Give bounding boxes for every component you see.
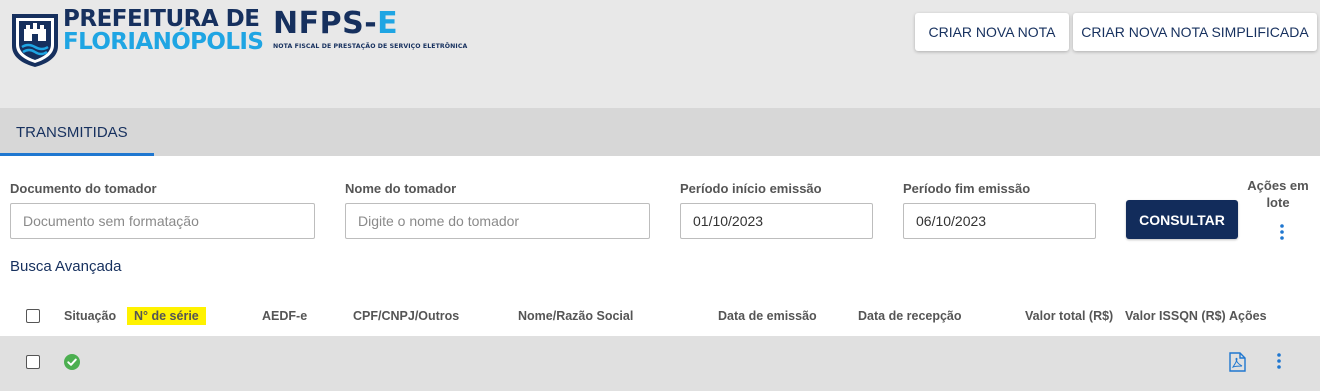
- create-note-button[interactable]: CRIAR NOVA NOTA: [915, 13, 1069, 51]
- nome-input[interactable]: [345, 203, 650, 239]
- nfps-logo-main: NFPS-: [273, 6, 378, 41]
- inicio-label: Período início emissão: [680, 181, 822, 196]
- app-header: PREFEITURA DE FLORIANÓPOLIS NFPS-E NOTA …: [0, 0, 1320, 108]
- nome-label: Nome do tomador: [345, 181, 457, 196]
- col-valor-total[interactable]: Valor total (R$): [1025, 309, 1113, 323]
- table-row: [0, 336, 1320, 391]
- col-nome-razao[interactable]: Nome/Razão Social: [518, 309, 633, 323]
- fim-date-input[interactable]: [903, 203, 1096, 239]
- nfps-logo: NFPS-E: [273, 8, 398, 40]
- acoes-lote-label: Ações em lote: [1247, 178, 1309, 210]
- fim-label: Período fim emissão: [903, 181, 1031, 196]
- busca-avancada-link[interactable]: Busca Avançada: [10, 258, 121, 275]
- documento-input[interactable]: [10, 203, 315, 239]
- nfps-subtitle: NOTA FISCAL DE PRESTAÇÃO DE SERVIÇO ELET…: [273, 43, 468, 50]
- more-vert-icon[interactable]: [1273, 223, 1291, 241]
- col-numero-serie[interactable]: N° de série: [127, 307, 206, 325]
- col-cpf-cnpj[interactable]: CPF/CNPJ/Outros: [353, 309, 459, 323]
- col-acoes: Ações: [1229, 309, 1267, 323]
- logo-title-line2: FLORIANÓPOLIS: [63, 29, 264, 55]
- documento-label: Documento do tomador: [10, 181, 157, 196]
- florianopolis-coat-of-arms-icon: [12, 14, 58, 67]
- select-all-checkbox[interactable]: [26, 309, 40, 323]
- col-situacao[interactable]: Situação: [64, 309, 116, 323]
- tab-transmitidas[interactable]: TRANSMITIDAS: [0, 108, 154, 156]
- more-vert-icon[interactable]: [1270, 352, 1288, 370]
- inicio-date-input[interactable]: [680, 203, 873, 239]
- nfps-logo-e: E: [377, 6, 399, 41]
- tab-bar: TRANSMITIDAS: [0, 108, 1320, 156]
- col-data-recepcao[interactable]: Data de recepção: [858, 309, 962, 323]
- consultar-button[interactable]: CONSULTAR: [1126, 200, 1238, 239]
- row-checkbox[interactable]: [26, 355, 40, 369]
- col-valor-issqn[interactable]: Valor ISSQN (R$): [1125, 309, 1226, 323]
- tab-transmitidas-label: TRANSMITIDAS: [16, 123, 128, 141]
- main-content: Documento do tomador Nome do tomador Per…: [0, 156, 1320, 336]
- col-data-emissao[interactable]: Data de emissão: [718, 309, 817, 323]
- check-circle-icon: [64, 354, 80, 370]
- col-aedf[interactable]: AEDF-e: [262, 309, 307, 323]
- logo-title-line1: PREFEITURA DE: [63, 6, 260, 32]
- create-simplified-note-button[interactable]: CRIAR NOVA NOTA SIMPLIFICADA: [1073, 13, 1317, 51]
- pdf-icon[interactable]: [1228, 352, 1246, 372]
